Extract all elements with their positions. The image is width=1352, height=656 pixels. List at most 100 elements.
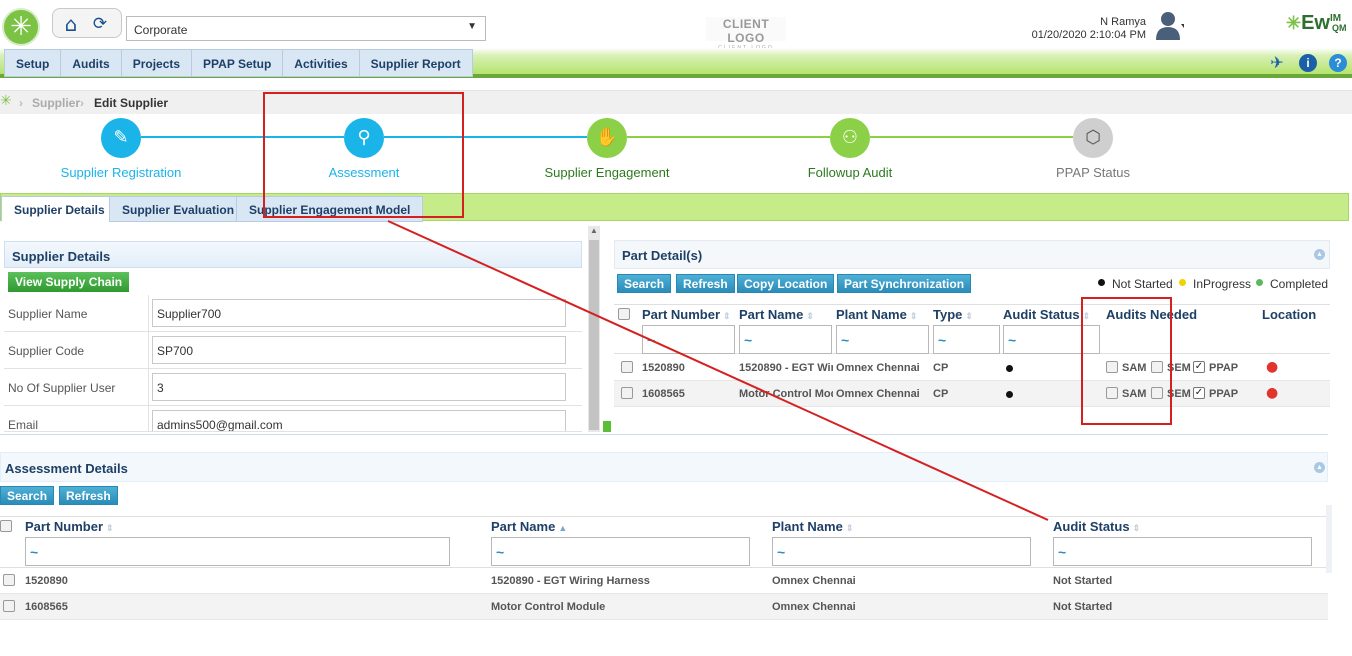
assessment-select-all-checkbox[interactable]: [0, 520, 12, 532]
part-details-header: Part Detail(s) ▲: [614, 240, 1330, 269]
home-icon[interactable]: ⌂: [60, 13, 82, 35]
assessment-scrollbar[interactable]: [1326, 505, 1332, 573]
part-select-all-checkbox[interactable]: [618, 308, 630, 320]
supplier-name-input[interactable]: Supplier700: [152, 299, 566, 327]
sem-checkbox[interactable]: [1151, 387, 1163, 399]
step-engagement-icon[interactable]: ✋: [587, 118, 627, 158]
step-label-assessment[interactable]: Assessment: [284, 165, 444, 180]
col-type[interactable]: Type ⇕: [933, 307, 973, 322]
plant-name-filter[interactable]: ~: [836, 325, 929, 354]
type-filter[interactable]: ~: [933, 325, 1000, 354]
type-cell: CP: [933, 362, 949, 374]
col-plant-name[interactable]: Plant Name ⇕: [836, 307, 917, 322]
menu-supplier-report[interactable]: Supplier Report: [360, 50, 472, 76]
divider: [0, 434, 1328, 435]
menu-projects[interactable]: Projects: [122, 50, 193, 76]
step-label-engagement[interactable]: Supplier Engagement: [527, 165, 687, 180]
supplier-code-input[interactable]: SP700: [152, 336, 566, 364]
tab-supplier-engagement-model[interactable]: Supplier Engagement Model: [236, 196, 424, 222]
collapse-icon[interactable]: ▲: [1314, 249, 1325, 260]
chevron-down-icon: ▼: [467, 21, 477, 32]
menu-audits[interactable]: Audits: [61, 50, 122, 76]
row-checkbox[interactable]: [621, 387, 633, 399]
col-part-number[interactable]: Part Number ⇕: [25, 519, 114, 534]
supplier-users-input[interactable]: 3: [152, 373, 566, 401]
collapse-icon[interactable]: ▲: [1314, 462, 1325, 473]
part-synchronization-button[interactable]: Part Synchronization: [837, 274, 972, 293]
row-checkbox[interactable]: [621, 361, 633, 373]
step-ppap-icon[interactable]: ⬡: [1073, 118, 1113, 158]
assessment-search-button[interactable]: Search: [0, 486, 55, 505]
sem-label: SEM: [1167, 362, 1191, 374]
col-part-name[interactable]: Part Name ▲: [491, 519, 567, 534]
assessment-part-number-filter[interactable]: ~: [25, 537, 450, 566]
breadcrumb-separator-icon: ›: [19, 96, 23, 110]
sem-checkbox[interactable]: [1151, 361, 1163, 373]
table-row[interactable]: [0, 569, 1328, 594]
menu-activities[interactable]: Activities: [283, 50, 360, 76]
user-avatar-icon[interactable]: [1154, 10, 1184, 40]
col-part-name[interactable]: Part Name ⇕: [739, 307, 814, 322]
row-checkbox[interactable]: [3, 574, 15, 586]
email-input[interactable]: admins500@gmail.com: [152, 410, 566, 431]
part-name-cell: Motor Control Module: [739, 388, 833, 400]
table-row[interactable]: [0, 594, 1328, 620]
part-search-button[interactable]: Search: [617, 274, 672, 293]
main-menu: Setup Audits Projects PPAP Setup Activit…: [4, 49, 473, 77]
field-supplier-name: Supplier Name Supplier700: [4, 295, 582, 332]
company-select[interactable]: Corporate ▼: [126, 16, 486, 41]
col-audit-status[interactable]: Audit Status ⇕: [1003, 307, 1090, 322]
help-icon[interactable]: ?: [1329, 54, 1347, 72]
row-checkbox[interactable]: [3, 600, 15, 612]
step-label-registration[interactable]: Supplier Registration: [41, 165, 201, 180]
col-audit-status[interactable]: Audit Status ⇕: [1053, 519, 1140, 534]
tab-supplier-evaluation[interactable]: Supplier Evaluation: [109, 196, 248, 222]
step-assessment-icon[interactable]: ⚲: [344, 118, 384, 158]
part-name-filter[interactable]: ~: [739, 325, 832, 354]
field-supplier-code: Supplier Code SP700: [4, 332, 582, 369]
col-location: Location: [1262, 307, 1317, 322]
assessment-details-header: Assessment Details ▲: [0, 452, 1328, 482]
assessment-part-name-filter[interactable]: ~: [491, 537, 750, 566]
refresh-icon[interactable]: ⟳: [89, 13, 111, 35]
breadcrumb-home-icon[interactable]: ✳: [0, 93, 12, 109]
copy-location-button[interactable]: Copy Location: [737, 274, 835, 293]
step-label-followup[interactable]: Followup Audit: [770, 165, 930, 180]
field-email: Email admins500@gmail.com: [4, 406, 582, 432]
sam-checkbox[interactable]: [1106, 387, 1118, 399]
part-refresh-button[interactable]: Refresh: [676, 274, 735, 293]
assessment-audit-status-filter[interactable]: ~: [1053, 537, 1312, 566]
scroll-up-icon[interactable]: ▲: [590, 226, 598, 235]
client-logo: CLIENT LOGO CLIENT LOGO: [706, 17, 786, 51]
assessment-refresh-button[interactable]: Refresh: [59, 486, 118, 505]
assessment-plant-name-filter[interactable]: ~: [772, 537, 1031, 566]
sam-checkbox[interactable]: [1106, 361, 1118, 373]
view-supply-chain-button[interactable]: View Supply Chain: [8, 272, 130, 292]
legend-inprogress: InProgress: [1193, 277, 1252, 291]
menu-setup[interactable]: Setup: [5, 50, 62, 76]
menu-ppap-setup[interactable]: PPAP Setup: [192, 50, 284, 76]
supplier-details-header: Supplier Details: [4, 241, 582, 268]
col-plant-name[interactable]: Plant Name ⇕: [772, 519, 853, 534]
step-followup-icon[interactable]: ⚇: [830, 118, 870, 158]
resize-handle[interactable]: [603, 421, 611, 432]
client-logo-text: CLIENT LOGO: [722, 17, 770, 45]
scrollbar-thumb[interactable]: [589, 240, 599, 430]
location-pin-icon[interactable]: ●: [1266, 360, 1280, 374]
location-pin-icon[interactable]: ●: [1266, 386, 1280, 400]
breadcrumb-parent[interactable]: Supplier: [32, 96, 80, 110]
app-logo[interactable]: ✳: [2, 8, 40, 46]
ppap-checkbox-checked[interactable]: ✓: [1193, 387, 1205, 399]
step-connector: [627, 136, 830, 138]
pin-icon[interactable]: ✈: [1268, 54, 1286, 72]
main-menu-bar: Setup Audits Projects PPAP Setup Activit…: [0, 48, 1352, 78]
supplier-scrollbar[interactable]: ▲: [588, 226, 600, 432]
part-number-filter[interactable]: ~: [642, 325, 735, 354]
tab-supplier-details[interactable]: Supplier Details: [1, 196, 118, 222]
step-label-ppap[interactable]: PPAP Status: [1013, 165, 1173, 180]
info-icon[interactable]: i: [1299, 54, 1317, 72]
step-registration-icon[interactable]: ✎: [101, 118, 141, 158]
ppap-checkbox-checked[interactable]: ✓: [1193, 361, 1205, 373]
col-part-number[interactable]: Part Number ⇕: [642, 307, 731, 322]
audit-status-filter[interactable]: ~: [1003, 325, 1100, 354]
